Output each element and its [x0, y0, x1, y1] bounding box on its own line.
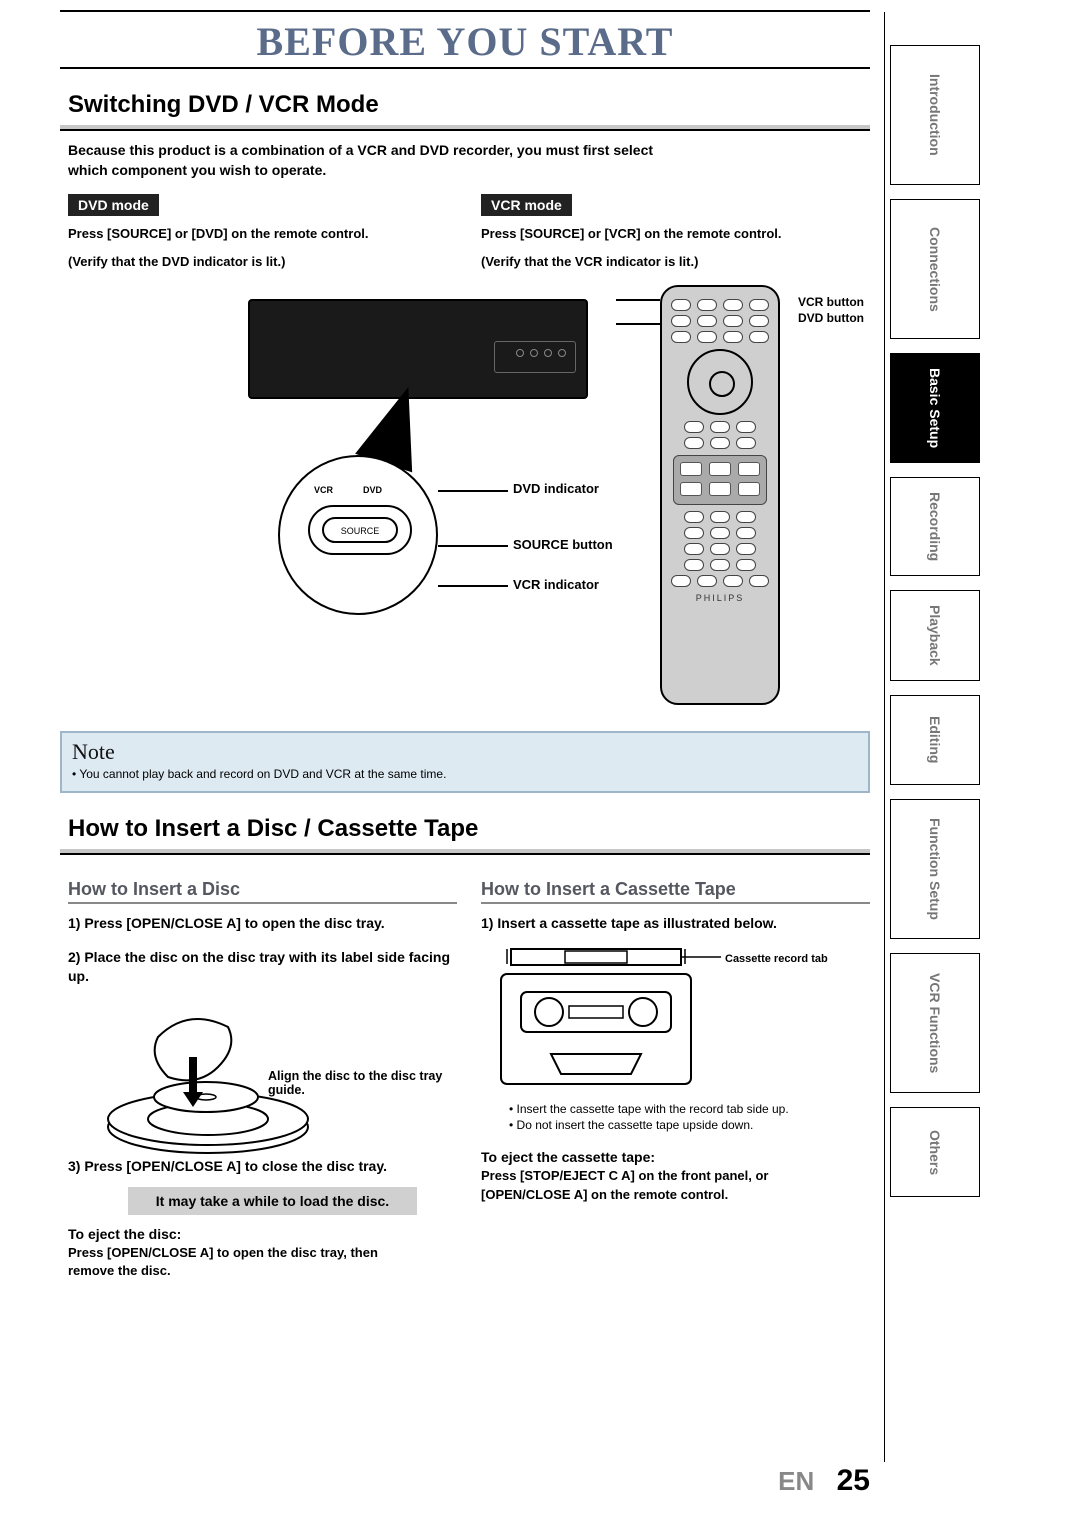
insert-cassette-column: How to Insert a Cassette Tape 1) Insert …	[481, 869, 870, 1280]
tab-recording: Recording	[890, 477, 980, 576]
cassette-tab-label: Cassette record tab	[725, 953, 828, 965]
cassette-note-1: • Insert the cassette tape with the reco…	[499, 1102, 870, 1116]
dvd-mode-column: DVD mode Press [SOURCE] or [DVD] on the …	[68, 194, 457, 271]
tab-others: Others	[890, 1107, 980, 1197]
tab-vcr-functions: VCR Functions	[890, 953, 980, 1093]
tab-introduction: Introduction	[890, 45, 980, 185]
tab-function-setup: Function Setup	[890, 799, 980, 939]
section-title-switching: Switching DVD / VCR Mode	[60, 87, 870, 125]
note-box: Note • You cannot play back and record o…	[60, 731, 870, 793]
tab-editing: Editing	[890, 695, 980, 785]
label-dvd-indicator: DVD indicator	[513, 481, 599, 496]
insert-disc-column: How to Insert a Disc 1) Press [OPEN/CLOS…	[68, 869, 457, 1280]
loading-note: It may take a while to load the disc.	[128, 1187, 417, 1215]
cassette-heading: How to Insert a Cassette Tape	[481, 879, 870, 904]
page-content: BEFORE YOU START Switching DVD / VCR Mod…	[40, 0, 870, 1526]
tab-basic-setup: Basic Setup	[890, 353, 980, 463]
vcr-mode-badge: VCR mode	[481, 194, 572, 216]
source-callout: VCR DVD SOURCE	[278, 455, 438, 615]
note-title: Note	[72, 739, 858, 765]
cassette-note-2: • Do not insert the cassette tape upside…	[499, 1118, 870, 1132]
label-vcr-indicator: VCR indicator	[513, 577, 599, 592]
vcr-mode-column: VCR mode Press [SOURCE] or [VCR] on the …	[481, 194, 870, 271]
section-tabs: Introduction Connections Basic Setup Rec…	[890, 45, 980, 1197]
remote-brand: PHILIPS	[670, 593, 770, 603]
dvd-vcr-unit	[248, 299, 588, 399]
note-body: • You cannot play back and record on DVD…	[72, 767, 858, 781]
disc-heading: How to Insert a Disc	[68, 879, 457, 904]
tab-playback: Playback	[890, 590, 980, 681]
page-banner: BEFORE YOU START	[60, 18, 870, 65]
page-divider	[884, 12, 885, 1462]
tab-connections: Connections	[890, 199, 980, 339]
intro-text: Because this product is a combination of…	[68, 141, 870, 180]
device-diagram: VCR DVD SOURCE DVD indicator SOURCE butt…	[68, 285, 870, 715]
cassette-illustration: Cassette record tab	[491, 944, 771, 1094]
footer-page-number: 25	[837, 1464, 870, 1497]
remote-labels: VCR button DVD button	[798, 293, 864, 327]
page-footer: EN 25	[778, 1464, 870, 1498]
dvd-mode-badge: DVD mode	[68, 194, 159, 216]
remote-control: PHILIPS	[660, 285, 780, 705]
section-title-insert: How to Insert a Disc / Cassette Tape	[60, 811, 870, 849]
label-source-button: SOURCE button	[513, 537, 613, 552]
footer-lang: EN	[778, 1466, 814, 1496]
dpad-icon	[687, 349, 753, 415]
disc-insert-illustration	[98, 997, 328, 1167]
